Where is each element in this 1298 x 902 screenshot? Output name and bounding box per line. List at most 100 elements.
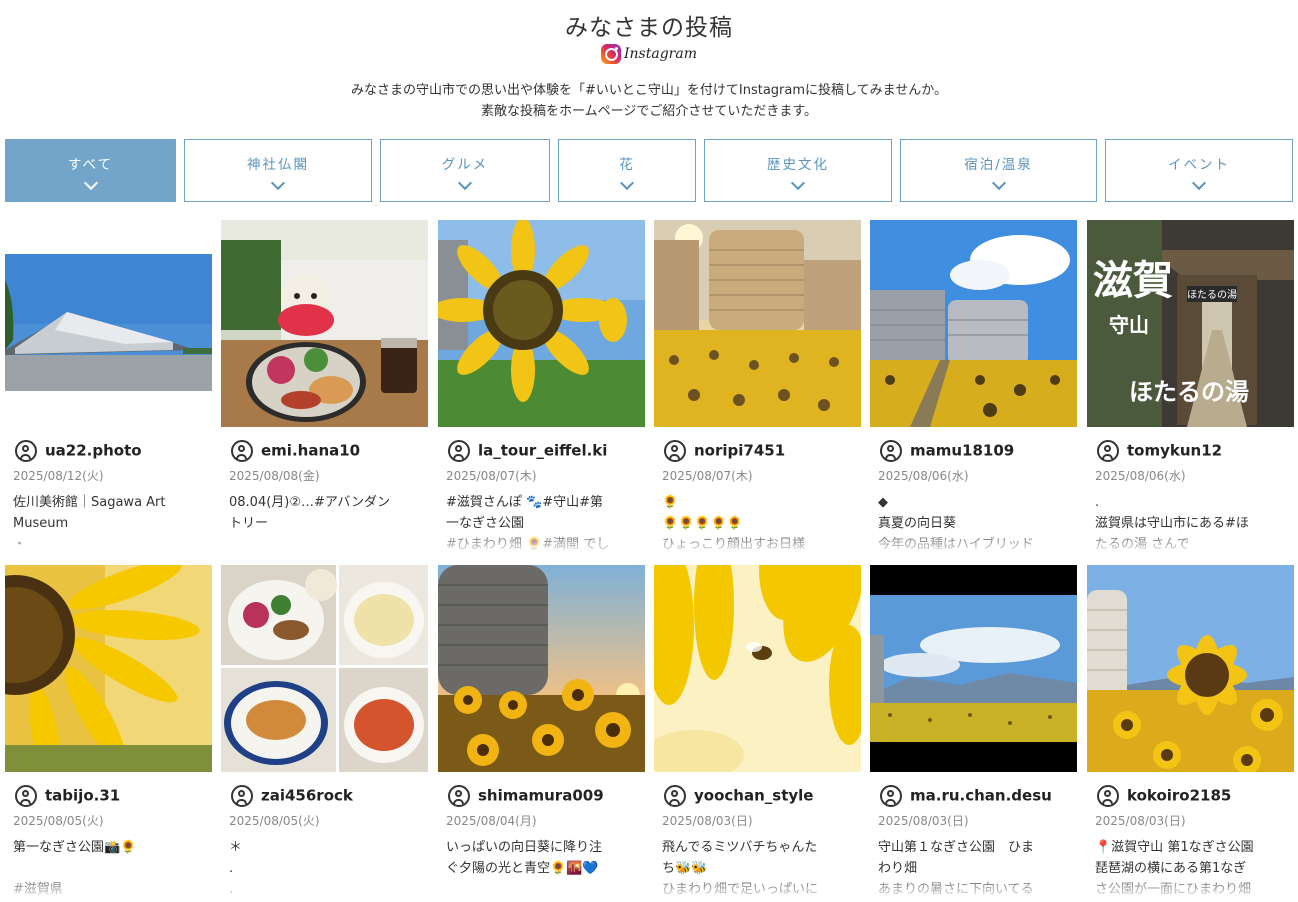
post-card[interactable]: ma.ru.chan.desu 2025/08/03(日) 守山第１なぎさ公園 … <box>870 565 1077 900</box>
page-title: みなさまの投稿 <box>565 15 733 41</box>
intro-line: みなさまの守山市での思い出や体験を「#いいとこ守山」を付けてInstagramに… <box>351 83 947 98</box>
instagram-icon <box>601 43 621 64</box>
photo-overlay-text: 滋賀 <box>1093 258 1173 304</box>
user-avatar-icon <box>880 439 902 462</box>
post-caption: 📍滋賀守山 第1なぎさ公園 琵琶湖の横にある第1なぎ さ公園が一面にひまわり畑 <box>1095 840 1254 897</box>
post-photo[interactable] <box>221 220 428 427</box>
user-avatar-icon <box>1097 439 1119 462</box>
post-caption: ＊ . . <box>229 840 243 897</box>
user-avatar-icon <box>15 784 37 807</box>
username: emi.hana10 <box>261 441 361 460</box>
user-avatar-icon <box>231 439 253 462</box>
post-caption: 08.04(月)②…#アバンダン トリー <box>229 495 391 531</box>
post-user[interactable]: tabijo.31 <box>15 781 120 809</box>
post-photo[interactable] <box>870 565 1077 772</box>
user-avatar-icon <box>1097 784 1119 807</box>
user-avatar-icon <box>664 439 686 462</box>
post-caption: 第一なぎさ公園📸🌻 #滋賀県 <box>13 840 137 897</box>
instagram-wordmark: Instagram <box>624 45 697 62</box>
post-photo[interactable] <box>5 220 212 427</box>
tab-shrines-temples[interactable]: 神社仏閣 <box>184 139 372 202</box>
post-photo[interactable] <box>654 220 861 427</box>
photo-overlay-text: ほたるの湯 <box>1129 378 1249 406</box>
post-date: 2025/08/06(水) <box>1095 469 1186 483</box>
instagram-brand: Instagram <box>0 42 1298 64</box>
user-avatar-icon <box>664 784 686 807</box>
post-user[interactable]: emi.hana10 <box>231 436 360 464</box>
post-caption: . 滋賀県は守山市にある#ほ たるの湯 さんで <box>1095 495 1249 552</box>
post-user[interactable]: shimamura009 <box>448 781 604 809</box>
post-card[interactable]: mamu18109 2025/08/06(水) ◆ 真夏の向日葵 今年の品種はハ… <box>870 220 1077 555</box>
post-card[interactable]: zai456rock 2025/08/05(火) ＊ . . <box>221 565 428 900</box>
post-date: 2025/08/05(火) <box>229 814 320 828</box>
tab-label: 花 <box>619 157 635 173</box>
post-user[interactable]: yoochan_style <box>664 781 813 809</box>
post-photo[interactable] <box>1087 565 1294 772</box>
post-card[interactable]: emi.hana10 2025/08/08(金) 08.04(月)②…#アバンダ… <box>221 220 428 555</box>
tab-flowers[interactable]: 花 <box>558 139 696 202</box>
post-user[interactable]: ma.ru.chan.desu <box>880 781 1052 809</box>
post-card[interactable]: ua22.photo 2025/08/12(火) 佐川美術館｜Sagawa Ar… <box>5 220 212 555</box>
post-date: 2025/08/03(日) <box>878 814 969 828</box>
post-caption: いっぱいの向日葵に降り注 ぐ夕陽の光と青空🌻🌇💙 <box>446 840 603 876</box>
post-user[interactable]: zai456rock <box>231 781 353 809</box>
chevron-down-icon <box>83 175 98 191</box>
chevron-down-icon <box>991 175 1006 191</box>
tab-gourmet[interactable]: グルメ <box>380 139 550 202</box>
post-photo[interactable] <box>221 565 428 772</box>
post-user[interactable]: mamu18109 <box>880 436 1014 464</box>
tab-events[interactable]: イベント <box>1105 139 1293 202</box>
username: tabijo.31 <box>45 786 121 805</box>
user-avatar-icon <box>448 439 470 462</box>
post-photo[interactable] <box>438 220 645 427</box>
post-user[interactable]: noripi7451 <box>664 436 785 464</box>
post-caption: 🌻 🌻🌻🌻🌻🌻 ひょっこり顔出すお日様 <box>662 495 806 552</box>
tab-history-culture[interactable]: 歴史文化 <box>704 139 892 202</box>
photo-overlay-text: 守山 <box>1109 313 1149 337</box>
username: tomykun12 <box>1127 441 1223 460</box>
tab-label: グルメ <box>441 157 489 173</box>
tab-label: 神社仏閣 <box>247 157 309 173</box>
post-photo[interactable] <box>870 220 1077 427</box>
post-user[interactable]: tomykun12 <box>1097 436 1222 464</box>
post-caption: 守山第１なぎさ公園 ひま わり畑 あまりの暑さに下向いてる <box>878 840 1035 897</box>
tab-lodging-onsen[interactable]: 宿泊/温泉 <box>900 139 1097 202</box>
post-card[interactable]: shimamura009 2025/08/04(月) いっぱいの向日葵に降り注 … <box>438 565 645 900</box>
intro-text: みなさまの守山市での思い出や体験を「#いいとこ守山」を付けてInstagramに… <box>0 80 1298 122</box>
post-card[interactable]: yoochan_style 2025/08/03(日) 飛んでるミツバチちゃんた… <box>654 565 861 900</box>
post-photo[interactable] <box>438 565 645 772</box>
photo-sign-text: ほたるの湯 <box>1187 288 1237 301</box>
post-date: 2025/08/03(日) <box>662 814 753 828</box>
intro-line: 素敵な投稿をホームページでご紹介させていただきます。 <box>480 104 818 119</box>
post-date: 2025/08/07(木) <box>446 469 537 483</box>
chevron-down-icon <box>790 175 806 191</box>
user-avatar-icon <box>231 784 253 807</box>
post-user[interactable]: kokoiro2185 <box>1097 781 1231 809</box>
username: ma.ru.chan.desu <box>910 786 1052 805</box>
post-date: 2025/08/06(水) <box>878 469 969 483</box>
post-card[interactable]: kokoiro2185 2025/08/03(日) 📍滋賀守山 第1なぎさ公園 … <box>1087 565 1294 900</box>
username: zai456rock <box>261 786 353 805</box>
username: shimamura009 <box>478 786 604 805</box>
username: noripi7451 <box>694 441 786 460</box>
username: yoochan_style <box>694 786 814 805</box>
post-card[interactable]: noripi7451 2025/08/07(木) 🌻 🌻🌻🌻🌻🌻 ひょっこり顔出… <box>654 220 861 555</box>
post-photo[interactable] <box>5 565 212 772</box>
post-date: 2025/08/08(金) <box>229 469 320 483</box>
post-photo[interactable]: ほたるの湯 滋賀 守山 ほたるの湯 <box>1087 220 1294 427</box>
user-avatar-icon <box>880 784 902 807</box>
tab-label: すべて <box>67 157 113 173</box>
post-user[interactable]: la_tour_eiffel.ki <box>448 436 607 464</box>
post-user[interactable]: ua22.photo <box>15 436 142 464</box>
chevron-down-icon <box>1191 175 1207 191</box>
post-card[interactable]: tabijo.31 2025/08/05(火) 第一なぎさ公園📸🌻 #滋賀県 <box>5 565 212 900</box>
tab-all[interactable]: すべて <box>5 139 176 202</box>
post-caption: 飛んでるミツバチちゃんた ち🐝🐝 ひまわり畑で足いっぱいに <box>662 840 819 897</box>
post-card[interactable]: ほたるの湯 滋賀 守山 ほたるの湯 tomykun12 2025/08/06(水… <box>1087 220 1294 555</box>
category-tabs: すべて 神社仏閣 グルメ 花 歴史文化 宿泊/温泉 イベント <box>0 139 1298 204</box>
chevron-down-icon <box>270 175 286 191</box>
post-caption: #滋賀さんぽ 🐾#守山#第 一なぎさ公園 #ひまわり畑 🌻#満開 でし <box>446 495 610 552</box>
post-photo[interactable] <box>654 565 861 772</box>
tab-label: 宿泊/温泉 <box>964 157 1033 173</box>
post-card[interactable]: la_tour_eiffel.ki 2025/08/07(木) #滋賀さんぽ 🐾… <box>438 220 645 555</box>
